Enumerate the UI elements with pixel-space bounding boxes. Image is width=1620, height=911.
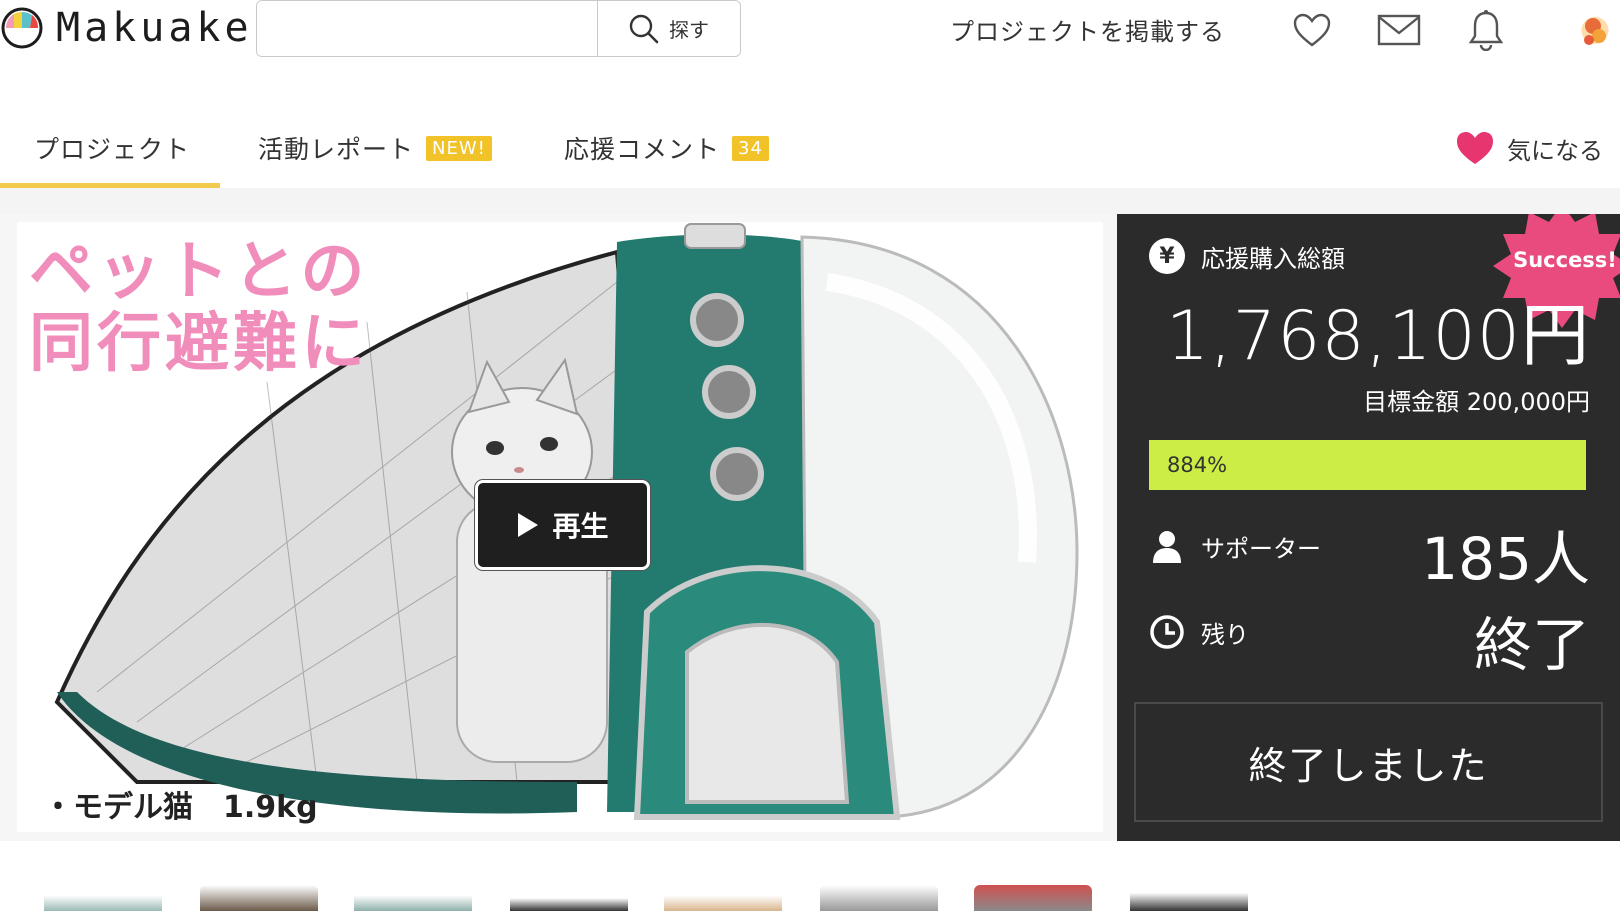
supporters-label-row: サポーター — [1149, 528, 1321, 564]
tab-comments-label: 応援コメント — [564, 135, 721, 164]
tab-comments[interactable]: 応援コメント 34 — [564, 118, 769, 178]
mail-icon[interactable] — [1377, 8, 1421, 52]
site-header: Makuake 探す プロジェクトを掲載する — [0, 0, 1620, 64]
tab-project[interactable]: プロジェクト — [34, 118, 190, 178]
thumbnail-3[interactable] — [354, 885, 472, 911]
total-label: 応援購入総額 — [1201, 244, 1345, 273]
section-divider — [0, 188, 1620, 214]
total-amount: 1,768,100円 — [1165, 297, 1590, 376]
supporters-count: 185人 — [1421, 525, 1590, 593]
new-badge: NEW! — [426, 135, 492, 161]
clock-icon — [1150, 615, 1184, 649]
yen-icon: ¥ — [1149, 238, 1185, 274]
remaining-label: 残り — [1201, 620, 1249, 649]
success-badge-label: Success! — [1513, 248, 1617, 272]
user-avatar[interactable] — [1575, 4, 1615, 52]
ended-button[interactable]: 終了しました — [1134, 702, 1603, 822]
goal-amount: 目標金額 200,000円 — [1363, 388, 1590, 416]
thumbnail-7[interactable] — [974, 885, 1092, 911]
play-label: 再生 — [552, 510, 609, 543]
search-box: 探す — [256, 0, 741, 57]
thumbnail-2[interactable] — [200, 885, 318, 911]
play-icon — [518, 513, 539, 537]
funding-stats-panel: Success! ¥ 応援購入総額 1,768,100円 目標金額 200,00… — [1117, 214, 1620, 841]
progress-percent: 884% — [1167, 453, 1228, 477]
headline-line-1: ペットとの — [29, 235, 369, 309]
progress-fill: 884% — [1149, 440, 1586, 490]
thumbnail-6[interactable] — [820, 885, 938, 911]
tab-project-label: プロジェクト — [34, 135, 191, 164]
logo-text: Makuake — [56, 5, 253, 51]
person-icon — [1153, 531, 1181, 563]
comment-count-badge: 34 — [732, 135, 769, 161]
remaining-value: 終了 — [1473, 611, 1590, 679]
tab-activity-report-label: 活動レポート — [258, 135, 415, 164]
play-video-button[interactable]: 再生 — [475, 480, 650, 570]
favorite-label: 気になる — [1507, 136, 1603, 165]
project-image[interactable]: ペットとの 同行避難に ・モデル猫 1.9kg 再生 — [17, 222, 1103, 832]
bell-icon[interactable] — [1464, 8, 1508, 52]
search-button[interactable]: 探す — [597, 1, 740, 56]
model-caption: ・モデル猫 1.9kg — [43, 790, 318, 825]
logo-mark-icon — [0, 6, 44, 50]
heart-filled-icon — [1457, 132, 1493, 164]
heart-icon[interactable] — [1290, 8, 1334, 52]
progress-bar: 884% — [1149, 440, 1586, 490]
makuake-logo[interactable]: Makuake — [0, 5, 253, 51]
search-input[interactable] — [257, 1, 597, 56]
headline-line-2: 同行避難に — [29, 307, 369, 381]
visual-headline: ペットとの 同行避難に — [29, 236, 369, 380]
thumbnail-strip — [0, 841, 1620, 911]
favorite-button[interactable]: 気になる — [1455, 118, 1603, 178]
thumbnail-5[interactable] — [664, 885, 782, 911]
project-tabs: プロジェクト 活動レポート NEW! 応援コメント 34 気になる — [0, 108, 1620, 188]
post-project-link[interactable]: プロジェクトを掲載する — [950, 12, 1225, 47]
total-label-row: ¥ 応援購入総額 — [1149, 238, 1345, 274]
main-visual: ペットとの 同行避難に ・モデル猫 1.9kg 再生 — [0, 214, 1117, 841]
search-button-label: 探す — [669, 20, 709, 42]
remaining-label-row: 残り — [1149, 614, 1249, 650]
supporters-label: サポーター — [1201, 534, 1321, 563]
thumbnail-1[interactable] — [44, 885, 162, 911]
thumbnail-4[interactable] — [510, 885, 628, 911]
search-icon — [629, 14, 659, 43]
thumbnail-8[interactable] — [1130, 885, 1248, 911]
tab-activity-report[interactable]: 活動レポート NEW! — [258, 118, 492, 178]
